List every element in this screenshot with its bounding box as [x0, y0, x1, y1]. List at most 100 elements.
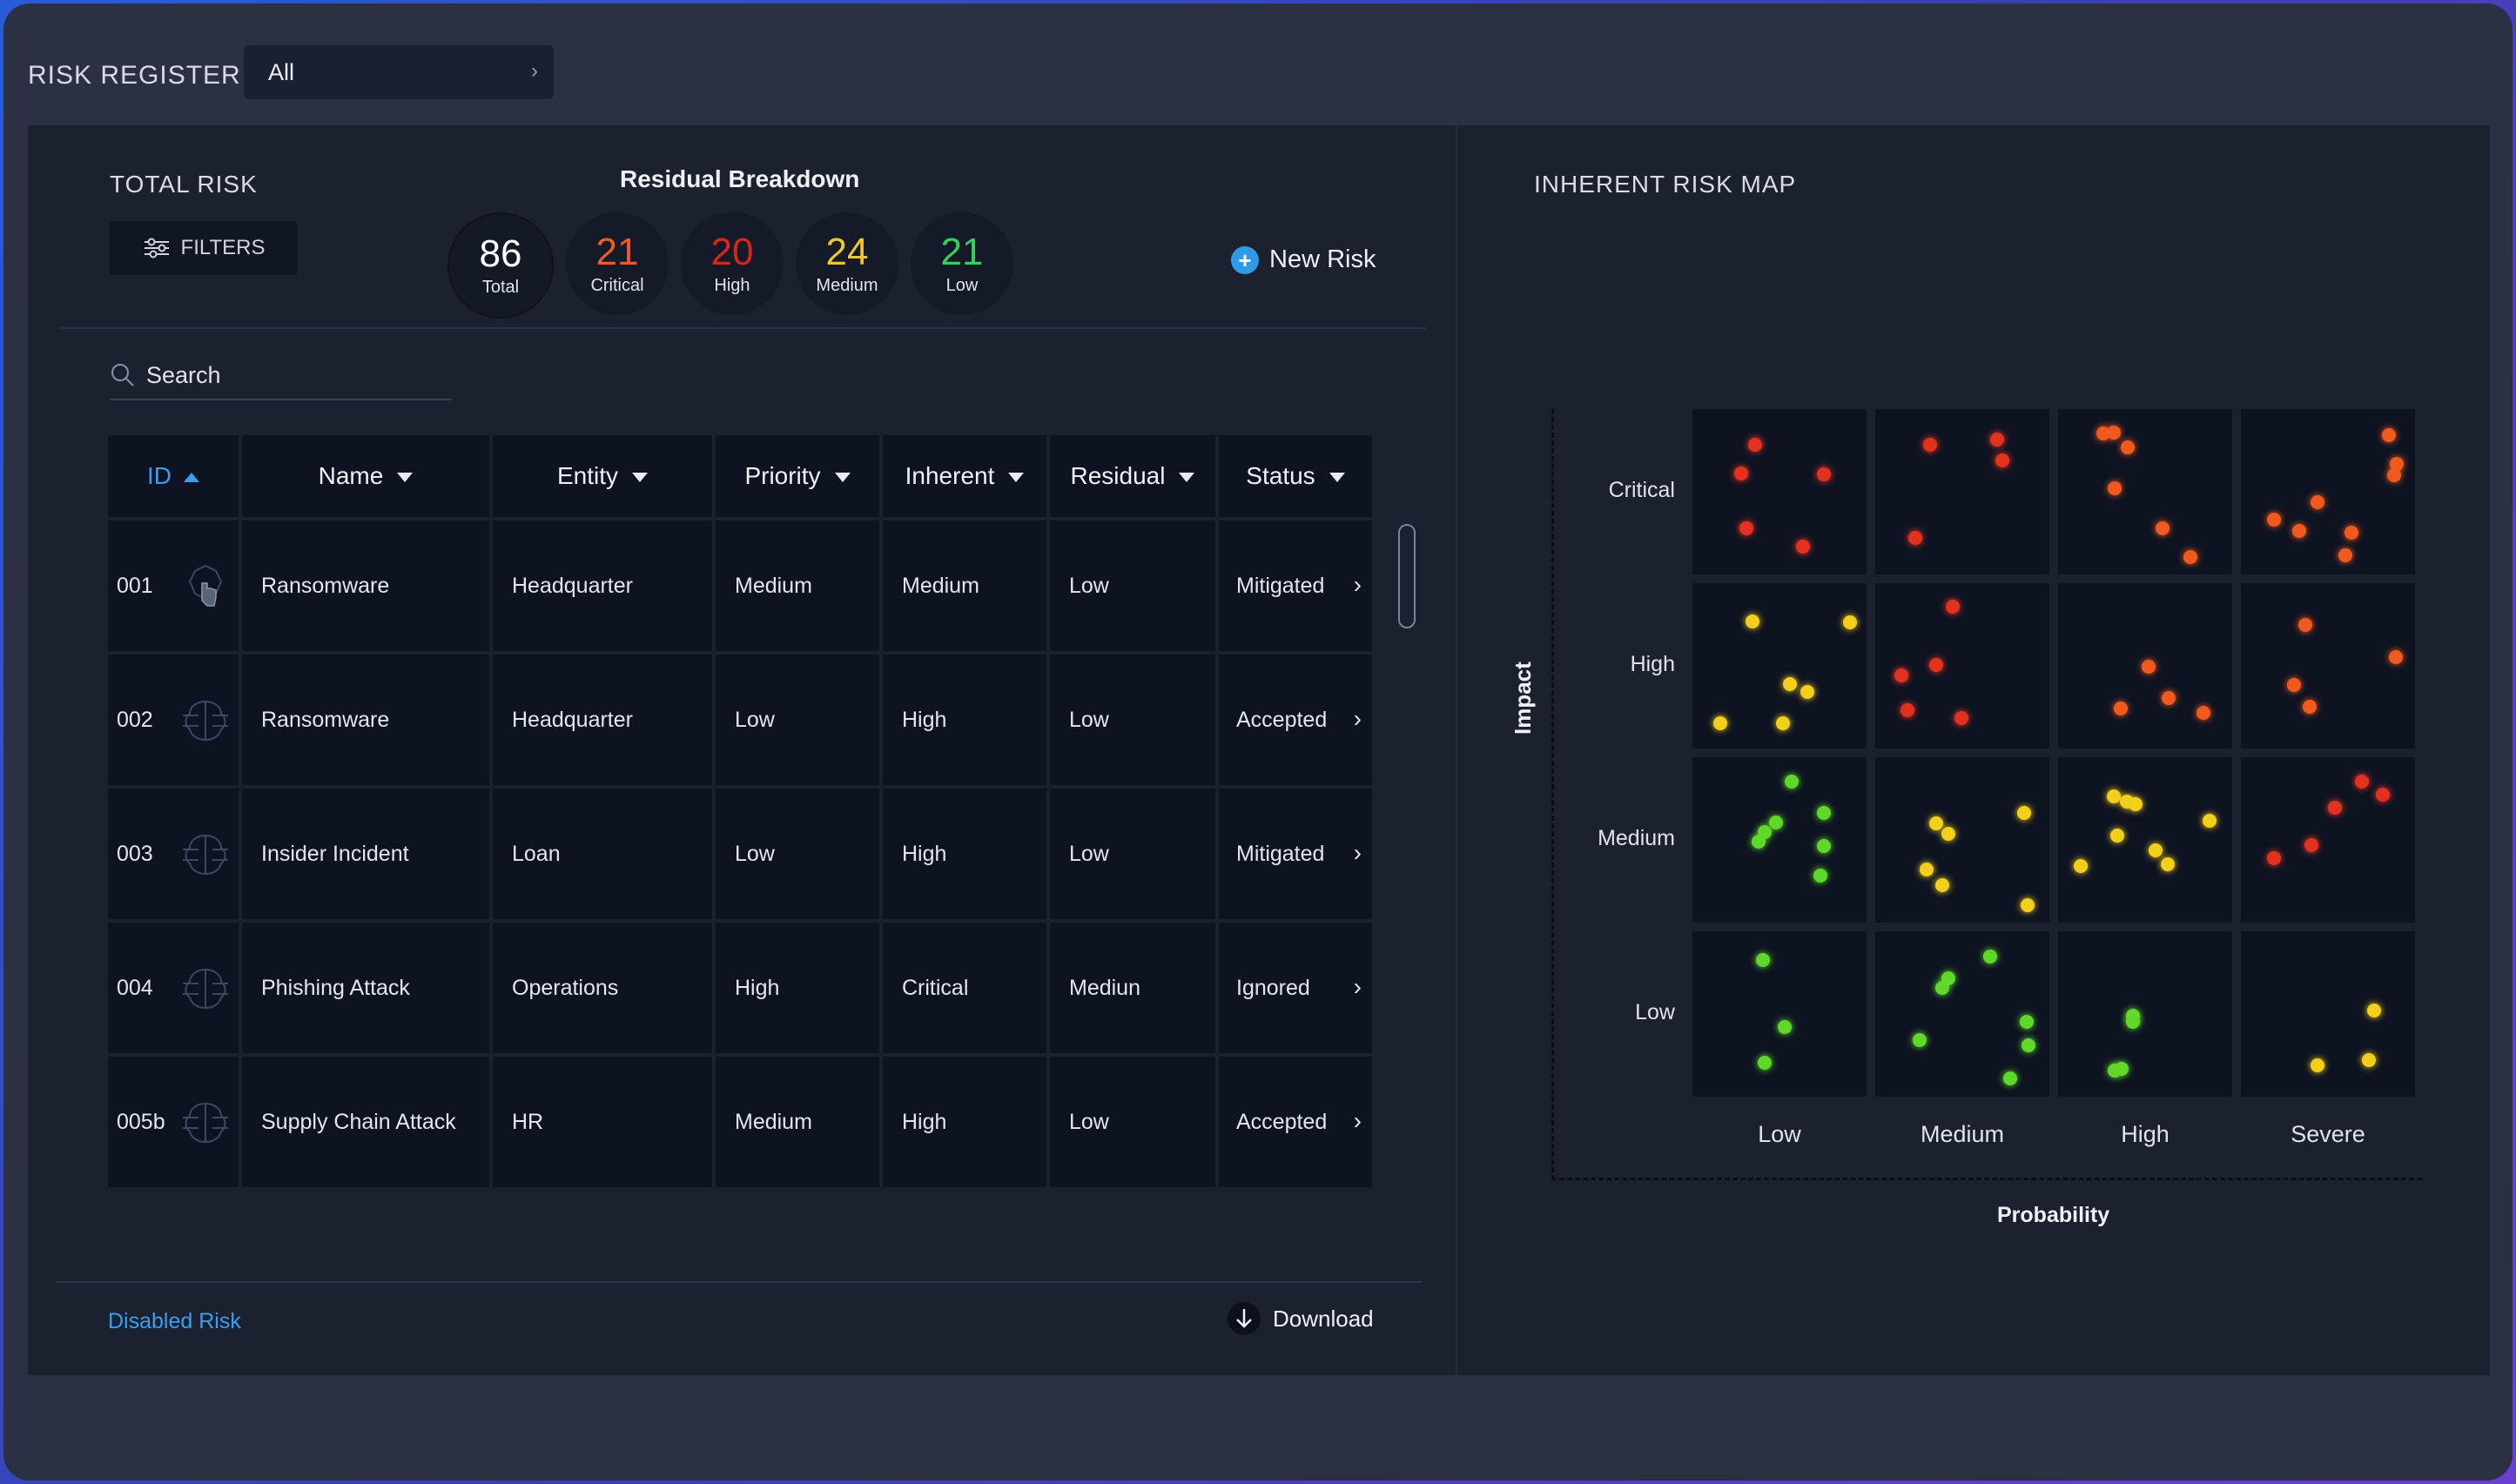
risk-dot[interactable]: [2389, 650, 2404, 665]
risk-dot[interactable]: [1784, 774, 1799, 789]
risk-map-cell[interactable]: [1692, 931, 1867, 1097]
risk-dot[interactable]: [2362, 1052, 2377, 1067]
risk-dot[interactable]: [1919, 863, 1934, 877]
risk-dot[interactable]: [1769, 815, 1784, 829]
risk-dot[interactable]: [1935, 981, 1950, 996]
risk-dot[interactable]: [1817, 467, 1832, 482]
table-row[interactable]: 003 Insider Incident Loan Low High Low Mitigat…: [108, 789, 1372, 919]
risk-dot[interactable]: [2114, 701, 2129, 715]
risk-map-cell[interactable]: [2241, 757, 2415, 923]
column-header-inherent[interactable]: Inherent: [883, 435, 1046, 517]
risk-dot[interactable]: [2375, 788, 2390, 802]
risk-dot[interactable]: [1817, 805, 1832, 820]
column-header-residual[interactable]: Residual: [1050, 435, 1215, 517]
risk-dot[interactable]: [1935, 878, 1950, 893]
risk-dot[interactable]: [1757, 1055, 1772, 1070]
risk-dot[interactable]: [2327, 801, 2342, 816]
risk-dot[interactable]: [1913, 1033, 1927, 1048]
download-button[interactable]: Download: [1228, 1302, 1374, 1335]
risk-map-cell[interactable]: [1692, 583, 1867, 749]
badge-total[interactable]: 86 Total: [447, 212, 554, 319]
filters-button[interactable]: FILTERS: [110, 221, 298, 275]
risk-dot[interactable]: [2203, 813, 2217, 828]
table-row[interactable]: 001 Ransomware Headquarter Medium Medium Low M…: [108, 520, 1372, 651]
chevron-right-icon[interactable]: ›: [1354, 705, 1362, 733]
risk-dot[interactable]: [2183, 549, 2197, 564]
table-scrollbar[interactable]: [1398, 524, 1416, 628]
risk-dot[interactable]: [1982, 949, 1997, 964]
search-input[interactable]: [146, 361, 442, 389]
risk-dot[interactable]: [2142, 659, 2156, 674]
risk-dot[interactable]: [2338, 547, 2352, 562]
risk-dot[interactable]: [2310, 1058, 2324, 1073]
disabled-risk-link[interactable]: Disabled Risk: [108, 1309, 241, 1334]
risk-dot[interactable]: [1842, 614, 1857, 629]
risk-dot[interactable]: [2311, 495, 2325, 510]
risk-dot[interactable]: [1712, 716, 1727, 731]
risk-dot[interactable]: [2021, 897, 2035, 912]
risk-dot[interactable]: [1775, 716, 1790, 731]
risk-dot[interactable]: [1907, 530, 1922, 545]
risk-dot[interactable]: [1755, 953, 1770, 968]
column-header-id[interactable]: ID: [108, 435, 239, 517]
table-row[interactable]: 002 Ransomware Headquarter Low High Low Accept…: [108, 655, 1372, 785]
risk-dot[interactable]: [2120, 440, 2135, 455]
chevron-right-icon[interactable]: ›: [1354, 1107, 1362, 1135]
risk-dot[interactable]: [2155, 521, 2170, 536]
risk-dot[interactable]: [1757, 825, 1772, 840]
badge-critical[interactable]: 21 Critical: [566, 212, 669, 315]
badge-medium[interactable]: 24 Medium: [796, 212, 898, 315]
table-row[interactable]: 005b Supply Chain Attack HR Medium High Low Ac…: [108, 1057, 1372, 1187]
risk-dot[interactable]: [1923, 437, 1938, 452]
risk-map-cell[interactable]: [1875, 931, 2049, 1097]
chevron-right-icon[interactable]: ›: [1354, 973, 1362, 1001]
risk-map-cell[interactable]: [2241, 409, 2415, 574]
risk-dot[interactable]: [1800, 684, 1815, 699]
risk-map-cell[interactable]: [2058, 757, 2232, 923]
risk-dot[interactable]: [2304, 837, 2318, 852]
column-header-entity[interactable]: Entity: [493, 435, 712, 517]
risk-dot[interactable]: [1816, 839, 1831, 854]
risk-dot[interactable]: [1745, 614, 1759, 629]
chevron-right-icon[interactable]: ›: [1354, 571, 1362, 599]
risk-dot[interactable]: [2109, 829, 2124, 843]
risk-dot[interactable]: [1990, 432, 2005, 447]
risk-dot[interactable]: [2302, 700, 2317, 715]
column-header-status[interactable]: Status: [1219, 435, 1372, 517]
risk-dot[interactable]: [2390, 457, 2405, 472]
column-header-name[interactable]: Name: [242, 435, 489, 517]
risk-dot[interactable]: [2266, 512, 2281, 527]
risk-dot[interactable]: [2126, 1015, 2141, 1030]
risk-map-cell[interactable]: [1692, 409, 1867, 574]
risk-dot[interactable]: [2344, 526, 2358, 541]
search-bar[interactable]: [110, 352, 451, 400]
risk-map-cell[interactable]: [1875, 583, 2049, 749]
risk-dot[interactable]: [2016, 806, 2031, 821]
risk-map-cell[interactable]: [2058, 931, 2232, 1097]
risk-dot[interactable]: [1739, 520, 1753, 535]
risk-dot[interactable]: [2108, 480, 2122, 495]
risk-dot[interactable]: [1900, 703, 1915, 718]
risk-dot[interactable]: [2196, 705, 2211, 720]
risk-dot[interactable]: [2003, 1071, 2018, 1085]
risk-map-cell[interactable]: [2241, 931, 2415, 1097]
risk-dot[interactable]: [1748, 438, 1763, 453]
risk-dot[interactable]: [2162, 690, 2176, 705]
table-row[interactable]: 004 Phishing Attack Operations High Critical…: [108, 923, 1372, 1053]
badge-low[interactable]: 21 Low: [911, 212, 1013, 315]
badge-high[interactable]: 20 High: [681, 212, 784, 315]
risk-map-cell[interactable]: [2058, 583, 2232, 749]
risk-map-cell[interactable]: [2058, 409, 2232, 574]
risk-dot[interactable]: [2291, 524, 2306, 539]
risk-dot[interactable]: [2354, 774, 2369, 789]
risk-map-cell[interactable]: [1875, 409, 2049, 574]
risk-dot[interactable]: [2021, 1037, 2035, 1052]
risk-dot[interactable]: [2297, 617, 2312, 632]
risk-dot[interactable]: [2106, 789, 2121, 803]
risk-dot[interactable]: [1777, 1019, 1792, 1034]
risk-dot[interactable]: [2161, 856, 2176, 871]
risk-dot[interactable]: [1782, 677, 1797, 692]
risk-dot[interactable]: [2019, 1014, 2034, 1029]
column-header-priority[interactable]: Priority: [716, 435, 879, 517]
risk-dot[interactable]: [1929, 816, 1944, 831]
